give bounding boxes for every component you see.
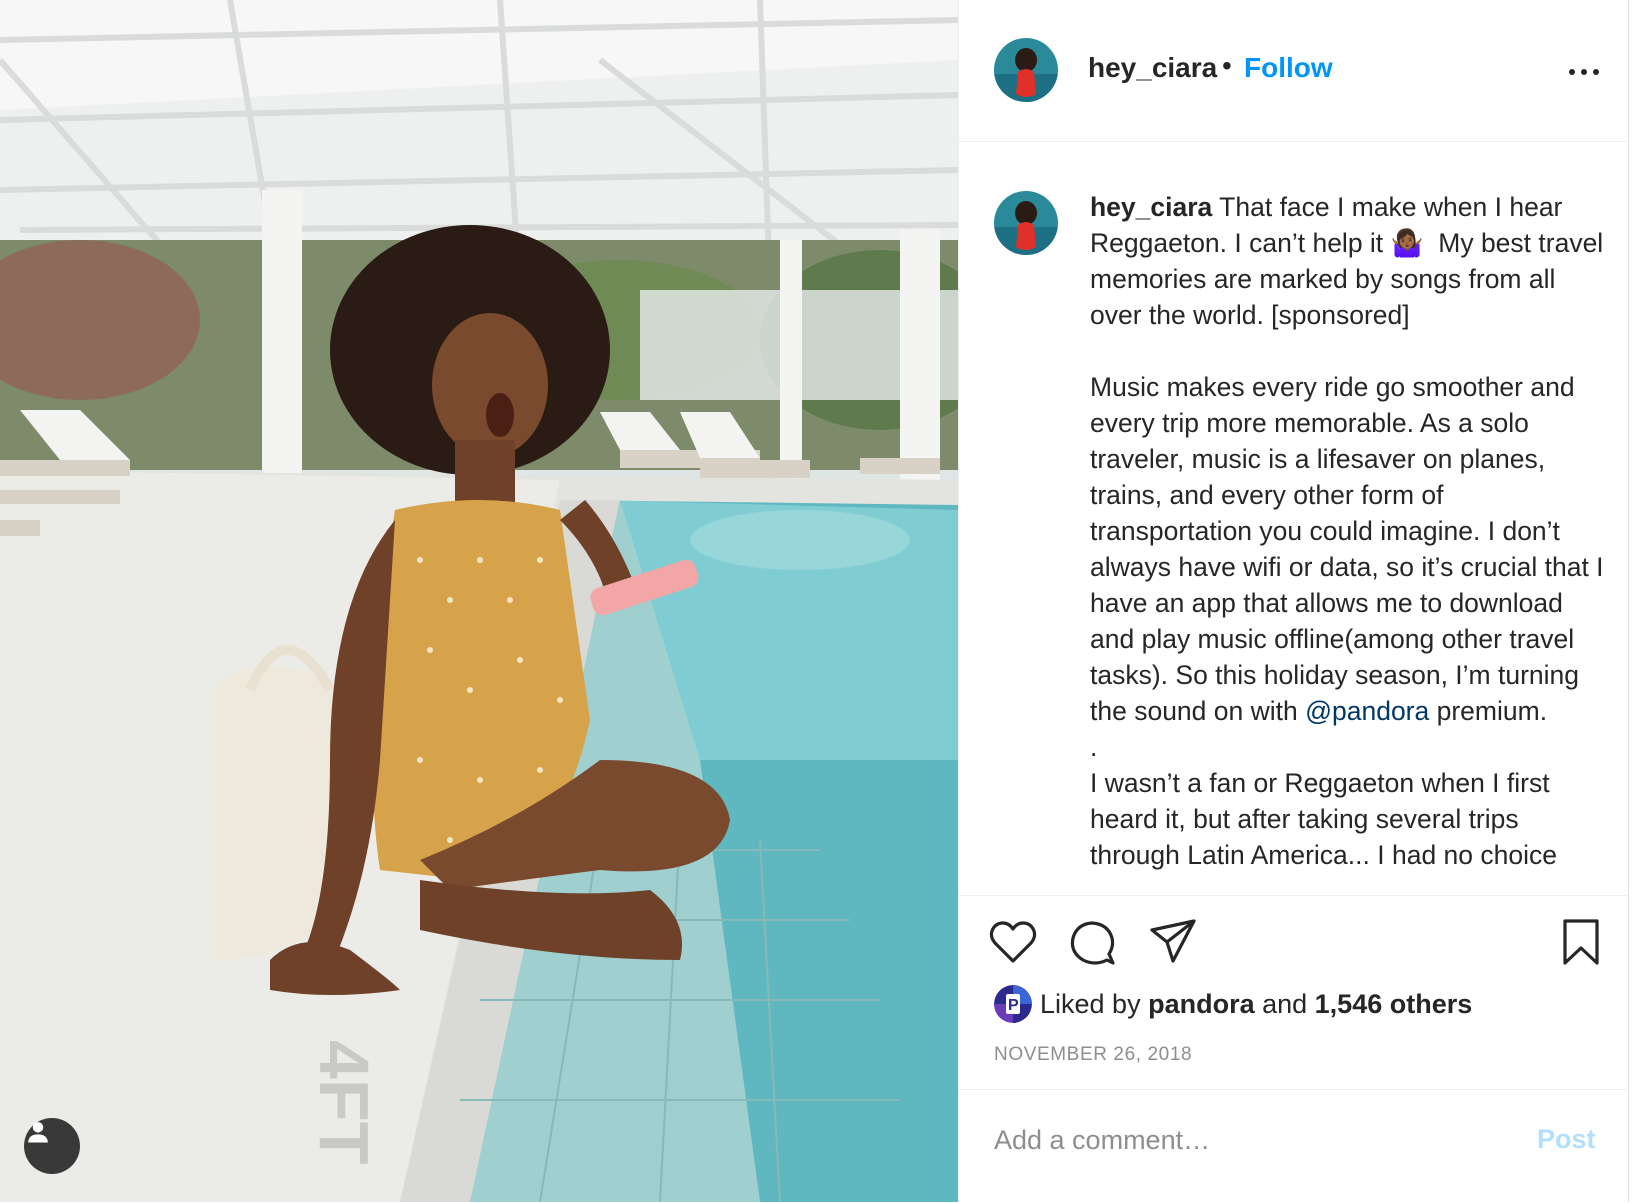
likes-summary: P Liked by pandora and 1,546 others: [994, 984, 1472, 1024]
depth-marking: 4FT: [305, 1040, 383, 1164]
heart-icon: [989, 921, 1037, 963]
liker-avatar-letter: P: [1008, 997, 1019, 1014]
save-button[interactable]: [1561, 918, 1601, 971]
post-photo[interactable]: 4FT: [0, 0, 958, 1202]
follow-button[interactable]: Follow: [1244, 52, 1333, 84]
tagged-user-icon: [28, 1122, 48, 1143]
paper-plane-icon: [1150, 919, 1196, 963]
liker-username[interactable]: pandora: [1148, 989, 1255, 1020]
comment-composer: Post: [959, 1089, 1629, 1203]
post-side-panel: hey_ciara • Follow hey_ciara That face I…: [958, 0, 1632, 1202]
likes-count[interactable]: 1,546 others: [1315, 989, 1473, 1020]
liker-avatar[interactable]: P: [994, 985, 1032, 1023]
post-side-panel-inner: hey_ciara • Follow hey_ciara That face I…: [959, 0, 1629, 1202]
mention-link[interactable]: @pandora: [1305, 696, 1429, 726]
more-dot: [1581, 69, 1587, 75]
author-avatar[interactable]: [994, 38, 1058, 102]
instagram-post: 4FT hey_ciara • Follow hey_ciara That fa…: [0, 0, 1632, 1202]
post-date[interactable]: NOVEMBER 26, 2018: [994, 1044, 1192, 1066]
comment-icon: [1070, 921, 1115, 965]
header-separator: •: [1222, 50, 1232, 81]
caption-author-avatar[interactable]: [994, 191, 1058, 255]
caption-body: That face I make when I hear Reggaeton. …: [1090, 192, 1604, 726]
post-comment-button[interactable]: Post: [1537, 1124, 1596, 1155]
caption-scroll-area[interactable]: hey_ciara That face I make when I hear R…: [959, 143, 1629, 895]
pandora-logo-icon: P: [994, 985, 1032, 1023]
comment-button[interactable]: [1069, 920, 1115, 971]
likes-middle: and: [1254, 988, 1315, 1019]
share-button[interactable]: [1149, 918, 1197, 969]
likes-prefix: Liked by: [1040, 988, 1149, 1019]
pool-scene-illustration: 4FT: [0, 0, 958, 1202]
caption-username[interactable]: hey_ciara: [1090, 192, 1212, 222]
comment-input[interactable]: [994, 1120, 1494, 1160]
tagged-users-button[interactable]: [24, 1118, 80, 1174]
more-dot: [1593, 69, 1599, 75]
bookmark-icon: [1563, 919, 1599, 965]
more-dot: [1569, 69, 1575, 75]
author-avatar-image: [994, 38, 1058, 102]
caption-text: hey_ciara That face I make when I hear R…: [1090, 189, 1606, 873]
more-options-icon[interactable]: [1564, 60, 1604, 84]
post-actions: P Liked by pandora and 1,546 others NOVE…: [959, 895, 1629, 1202]
caption-avatar-image: [994, 191, 1058, 255]
author-username[interactable]: hey_ciara: [1088, 52, 1217, 84]
like-button[interactable]: [989, 920, 1037, 969]
post-header: hey_ciara • Follow: [959, 0, 1629, 142]
